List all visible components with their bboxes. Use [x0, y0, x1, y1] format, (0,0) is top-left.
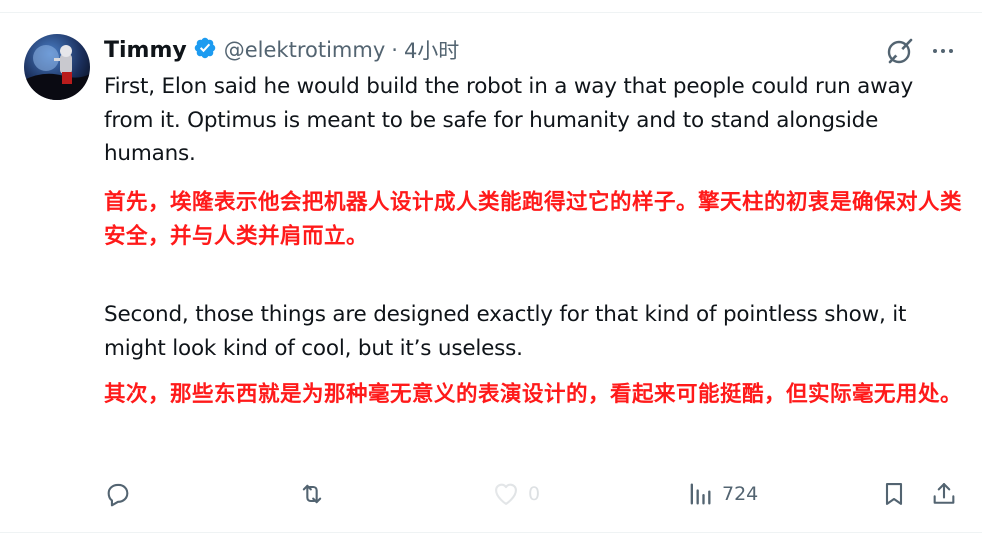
tweet-text-en-1: First, Elon said he would build the robo…: [104, 74, 914, 166]
header-separator: ·: [391, 38, 398, 62]
reply-button[interactable]: [104, 476, 140, 512]
grok-icon[interactable]: [885, 36, 915, 66]
views-count: 724: [722, 483, 759, 505]
timestamp[interactable]: 4小时: [404, 35, 459, 65]
tweet-text-zh-1: 首先，埃隆表示他会把机器人设计成人类能跑得过它的样子。擎天柱的初衷是确保对人类安…: [104, 190, 963, 249]
share-icon: [933, 483, 955, 504]
tweet-text-en-2: Second, those things are designed exactl…: [104, 302, 907, 361]
tweet-text-zh-2: 其次，那些东西就是为那种毫无意义的表演设计的，看起来可能挺酷，但实际毫无用处。: [104, 382, 963, 407]
bookmark-button[interactable]: [880, 476, 908, 512]
author-name[interactable]: Timmy: [104, 38, 187, 63]
verified-badge-icon: [187, 36, 217, 64]
reply-icon: [107, 483, 129, 507]
retweet-icon: [302, 484, 322, 504]
tweet-header: Timmy @elektrotimmy · 4小时: [104, 34, 459, 66]
views-icon: [690, 483, 711, 505]
retweet-button[interactable]: [298, 476, 334, 512]
share-button[interactable]: [930, 476, 958, 512]
bottom-divider: [0, 532, 982, 533]
bookmark-icon: [885, 483, 903, 505]
author-handle[interactable]: @elektrotimmy: [224, 38, 386, 62]
watermark-overlay: [410, 482, 580, 524]
more-icon[interactable]: [928, 38, 958, 64]
top-divider: [0, 12, 982, 13]
views-button[interactable]: 724: [686, 476, 758, 512]
avatar[interactable]: [24, 34, 90, 100]
